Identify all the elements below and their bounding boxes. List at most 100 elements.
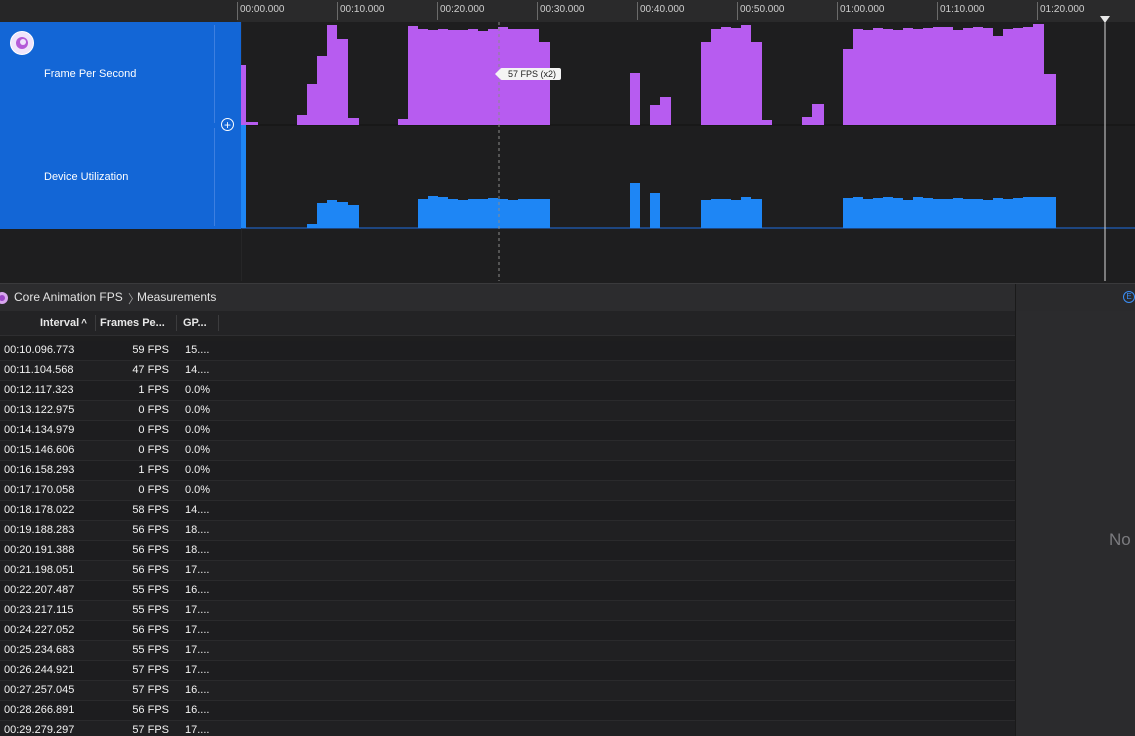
fps-bar [1003,29,1013,125]
fps-bar [246,122,258,125]
table-row[interactable]: 00:11.104.568 47 FPS 14.... [0,361,1015,381]
table-row[interactable]: 00:19.188.283 56 FPS 18.... [0,521,1015,541]
fps-bar [883,29,893,125]
fps-cell: 57 FPS [132,724,169,736]
detail-jump-bar: Core Animation FPS 〉 Measurements E [0,283,1135,312]
fps-bar [660,97,671,125]
fps-bar [468,29,478,125]
column-divider[interactable] [218,315,219,331]
fps-bar [923,28,933,125]
fps-cell: 1 FPS [138,464,169,476]
table-row[interactable]: 00:23.217.115 55 FPS 17.... [0,601,1015,621]
column-interval-label: Interval [40,317,80,329]
interval-cell: 00:24.227.052 [4,624,75,636]
fps-cell: 58 FPS [132,504,169,516]
utilization-bar [863,199,873,228]
fps-bar [802,117,812,125]
table-row[interactable]: 00:16.158.293 1 FPS 0.0% [0,461,1015,481]
table-row[interactable]: 00:20.191.388 56 FPS 18.... [0,541,1015,561]
track-header-panel[interactable]: Frame Per Second Device Utilization + [0,22,241,229]
column-gpu-utilization[interactable]: GP... [183,317,207,329]
table-row[interactable]: 00:13.122.975 0 FPS 0.0% [0,401,1015,421]
table-row[interactable]: 00:12.117.323 1 FPS 0.0% [0,381,1015,401]
utilization-bar [721,199,731,228]
column-interval[interactable]: Interval ^ [40,317,87,329]
fps-bar [478,31,488,125]
breadcrumb-view[interactable]: Measurements [137,290,216,304]
utilization-bar [933,199,943,228]
measurements-table[interactable]: 00:10.096.773 59 FPS 15.... 00:11.104.568 47… [0,341,1015,736]
fps-bar [721,27,731,125]
fps-cell: 56 FPS [132,564,169,576]
table-row[interactable]: 00:22.207.487 55 FPS 16.... [0,581,1015,601]
fps-bar [973,27,983,125]
extended-detail-icon[interactable]: E [1123,291,1135,303]
table-row[interactable]: 00:17.170.058 0 FPS 0.0% [0,481,1015,501]
table-row[interactable]: 00:26.244.921 57 FPS 17.... [0,661,1015,681]
fps-bar [843,49,853,125]
fps-bar [1044,74,1056,125]
fps-cell: 56 FPS [132,524,169,536]
interval-cell: 00:26.244.921 [4,664,75,676]
utilization-bar [751,199,762,228]
utilization-bar [963,199,973,228]
fps-bar [983,28,993,125]
fps-bar [933,27,943,125]
utilization-bar [741,197,751,228]
table-row[interactable]: 00:18.178.022 58 FPS 14.... [0,501,1015,521]
fps-bar [903,28,913,125]
ruler-tick: 00:00.000 [237,2,285,20]
fps-bar [650,105,660,125]
table-row[interactable]: 00:25.234.683 55 FPS 17.... [0,641,1015,661]
fps-bar [297,115,307,125]
utilization-bar [630,183,640,228]
interval-cell: 00:28.266.891 [4,704,75,716]
fps-bar [1033,24,1044,125]
gpu-cell: 0.0% [185,404,211,416]
fps-bar [398,119,408,125]
ruler-tick: 00:40.000 [637,2,685,20]
table-row[interactable]: 00:24.227.052 56 FPS 17.... [0,621,1015,641]
core-animation-small-icon [0,292,8,304]
table-row[interactable]: 00:10.096.773 59 FPS 15.... [0,341,1015,361]
utilization-bar [317,203,327,228]
fps-bar [863,30,873,125]
fps-bar [539,42,550,125]
fps-bar [458,30,468,125]
utilization-bar [1044,197,1056,228]
utilization-bar [1033,197,1044,228]
table-row[interactable]: 00:21.198.051 56 FPS 17.... [0,561,1015,581]
table-row[interactable]: 00:27.257.045 57 FPS 16.... [0,681,1015,701]
table-row[interactable]: 00:28.266.891 56 FPS 16.... [0,701,1015,721]
utilization-bar [893,198,903,228]
interval-cell: 00:29.279.297 [4,724,75,736]
fps-bar [893,30,903,125]
sort-ascending-icon: ^ [81,318,87,329]
gpu-cell: 16.... [185,584,210,596]
gpu-cell: 0.0% [185,384,211,396]
gpu-cell: 18.... [185,544,210,556]
interval-cell: 00:20.191.388 [4,544,75,556]
timeline-graph [241,22,1135,281]
fps-bar [1013,28,1023,125]
interval-cell: 00:23.217.115 [4,604,74,616]
column-divider[interactable] [176,315,177,331]
fps-bar [853,29,863,125]
track-divider [214,128,215,226]
track-graph-area[interactable]: 57 FPS (x2) [241,22,1135,281]
fps-bar [953,30,963,125]
add-track-button[interactable]: + [221,118,234,131]
column-frames-per-second[interactable]: Frames Pe... [100,317,165,329]
utilization-graph [241,125,1056,228]
utilization-bar [528,199,539,228]
utilization-bar [873,198,883,228]
column-divider[interactable] [95,315,96,331]
fps-bar [408,26,418,125]
table-row[interactable]: 00:29.279.297 57 FPS 17.... [0,721,1015,736]
table-row[interactable]: 00:14.134.979 0 FPS 0.0% [0,421,1015,441]
timeline-ruler[interactable]: 00:00.000 00:10.000 00:20.000 00:30.000 … [0,0,1135,23]
interval-cell: 00:22.207.487 [4,584,75,596]
breadcrumb-instrument[interactable]: Core Animation FPS [14,290,123,304]
gpu-cell: 17.... [185,604,210,616]
table-row[interactable]: 00:15.146.606 0 FPS 0.0% [0,441,1015,461]
